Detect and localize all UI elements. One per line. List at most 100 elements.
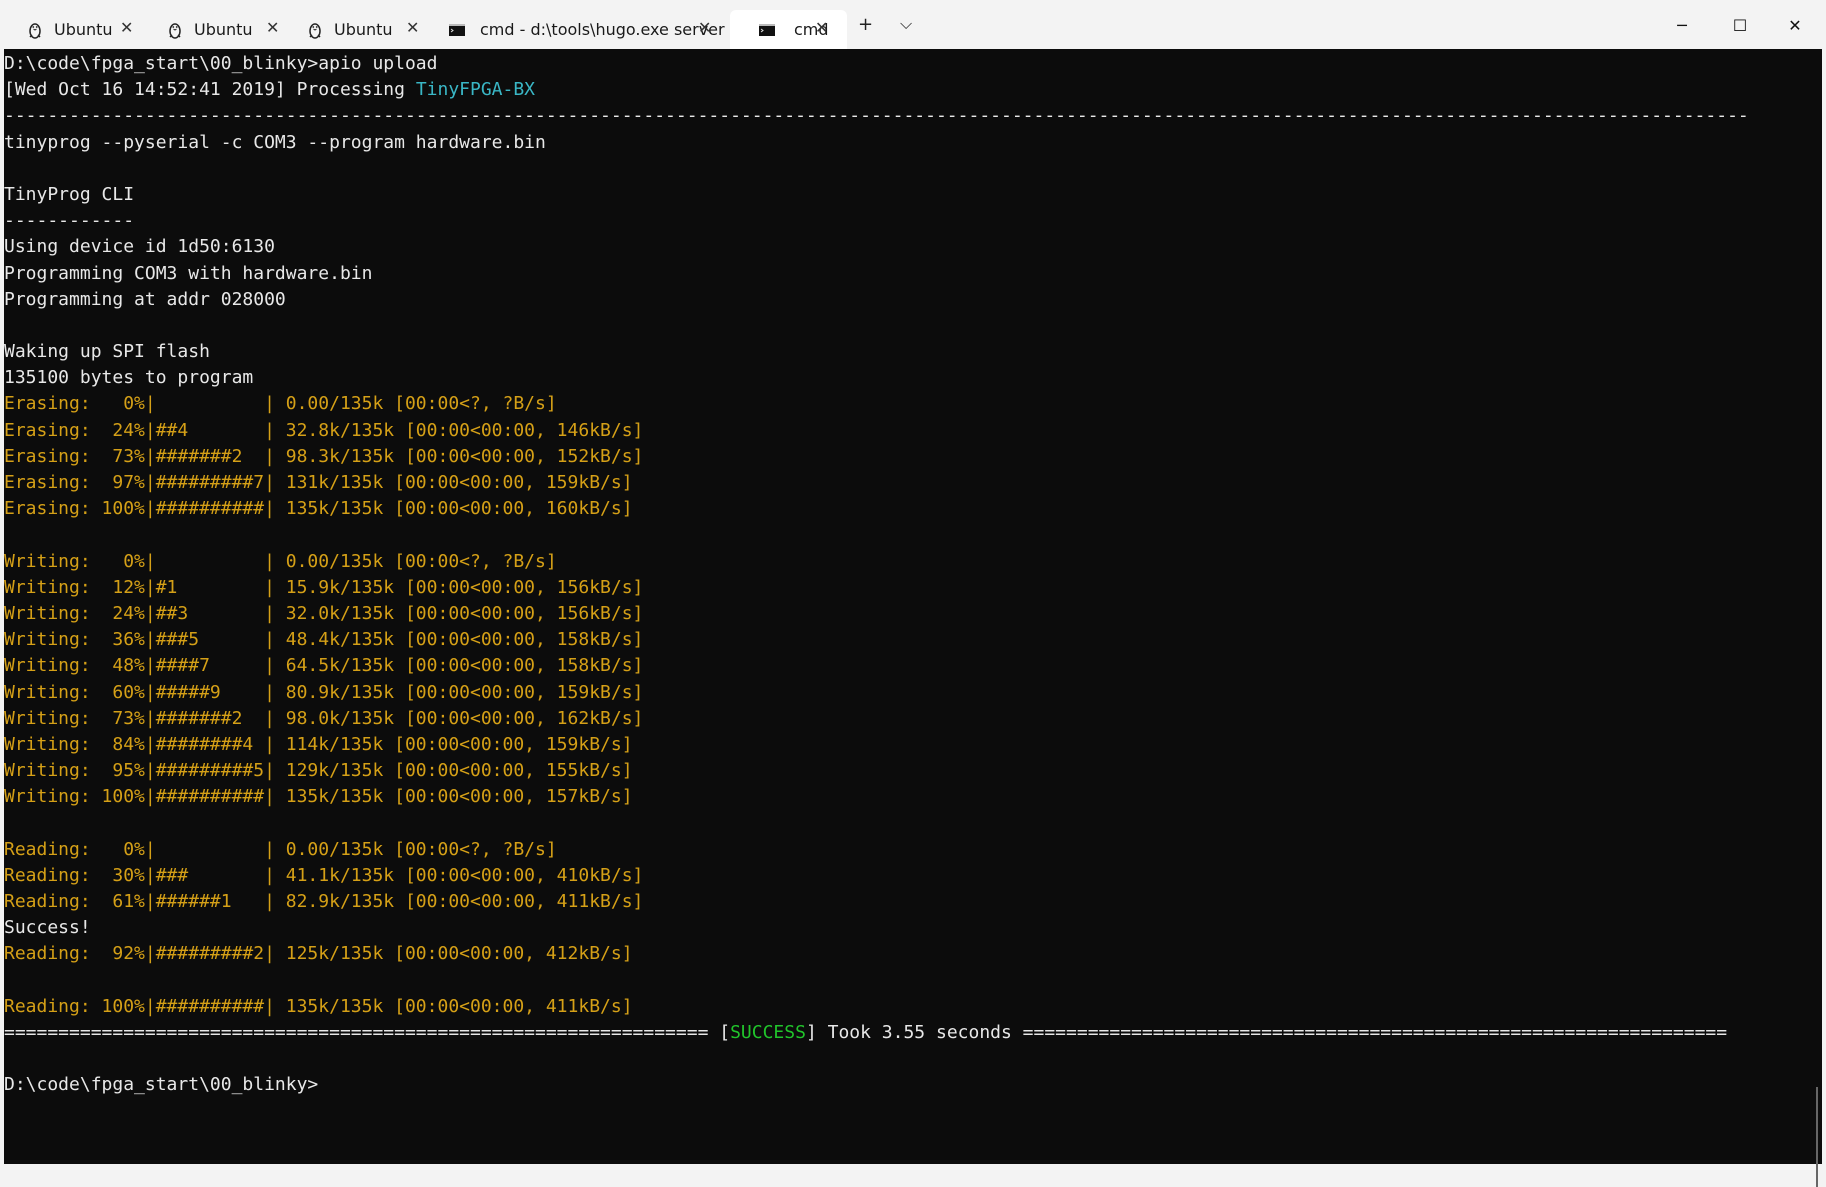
- minimize-button[interactable]: ─: [1659, 8, 1705, 42]
- terminal-text: Waking up SPI flash: [4, 341, 210, 363]
- linux-penguin-icon: [306, 21, 324, 39]
- terminal-line: Writing: 73%|#######2 | 98.0k/135k [00:0…: [4, 706, 1749, 732]
- linux-penguin-icon: [166, 21, 184, 39]
- terminal-line: tinyprog --pyserial -c COM3 --program ha…: [4, 130, 1749, 156]
- terminal-line: Writing: 12%|#1 | 15.9k/135k [00:00<00:0…: [4, 575, 1749, 601]
- terminal-line: ========================================…: [4, 1020, 1749, 1046]
- terminal-text: Writing: 36%|###5 | 48.4k/135k [00:00<00…: [4, 629, 644, 651]
- terminal-line: D:\code\fpga_start\00_blinky>apio upload: [4, 51, 1749, 77]
- terminal-text: Reading: 61%|######1 | 82.9k/135k [00:00…: [4, 891, 644, 912]
- terminal-text: D:\code\fpga_start\00_blinky>apio upload: [4, 53, 438, 74]
- terminal-lines: D:\code\fpga_start\00_blinky>apio upload…: [4, 51, 1749, 1099]
- terminal-text: Erasing: 0%| | 0.00/135k [00:00<?, ?B/s]: [4, 393, 557, 415]
- terminal-scrollbar[interactable]: [1816, 1087, 1818, 1187]
- terminal-text: ------------: [4, 210, 135, 232]
- terminal-text: Writing: 24%|##3 | 32.0k/135k [00:00<00:…: [4, 602, 644, 624]
- tab-dropdown-button[interactable]: ⌵: [900, 14, 912, 34]
- terminal-text: ========================================…: [4, 1021, 731, 1043]
- terminal-text: TinyFPGA-BX: [415, 79, 536, 101]
- linux-penguin-icon: [26, 21, 44, 39]
- terminal-line: D:\code\fpga_start\00_blinky>: [4, 1072, 1749, 1098]
- terminal-line: Reading: 30%|### | 41.1k/135k [00:00<00:…: [4, 863, 1749, 889]
- tab-4[interactable]: cmd - d:\tools\hugo.exe server ✕: [420, 10, 730, 49]
- close-icon: ✕: [1788, 15, 1802, 35]
- terminal-text: Reading: 100%|##########| 135k/135k [00:…: [4, 995, 633, 1017]
- tab-close-button[interactable]: ✕: [266, 18, 279, 37]
- terminal-line: Writing: 24%|##3 | 32.0k/135k [00:00<00:…: [4, 601, 1749, 627]
- terminal-line: Erasing: 24%|##4 | 32.8k/135k [00:00<00:…: [4, 418, 1749, 444]
- cmd-console-icon: [758, 21, 776, 39]
- title-bar: Ubuntu ✕ Ubuntu ✕ Ubuntu ✕ cmd - d:\tools\hugo…: [0, 0, 1826, 49]
- terminal-output[interactable]: D:\code\fpga_start\00_blinky>apio upload…: [4, 49, 1822, 1187]
- terminal-text: Programming COM3 with hardware.bin: [4, 262, 373, 284]
- terminal-line: Writing: 36%|###5 | 48.4k/135k [00:00<00…: [4, 627, 1749, 653]
- terminal-line: ------------: [4, 208, 1749, 234]
- terminal-text: Writing: 95%|#########5| 129k/135k [00:0…: [4, 760, 633, 782]
- tab-close-button[interactable]: ✕: [815, 18, 828, 37]
- terminal-text: [Wed Oct 16 14:52:41 2019] Processing: [4, 79, 416, 101]
- terminal-text: Writing: 100%|##########| 135k/135k [00:…: [4, 786, 633, 808]
- tab-2[interactable]: Ubuntu ✕: [140, 10, 295, 49]
- maximize-button[interactable]: ☐: [1717, 8, 1763, 42]
- terminal-text: Reading: 0%| | 0.00/135k [00:00<?, ?B/s]: [4, 838, 557, 860]
- terminal-line: Programming at addr 028000: [4, 287, 1749, 313]
- terminal-text: Using device id 1d50:6130: [4, 236, 275, 258]
- terminal-line: TinyProg CLI: [4, 182, 1749, 208]
- terminal-text: Programming at addr 028000: [4, 288, 286, 310]
- terminal-text: SUCCESS: [730, 1021, 806, 1043]
- terminal-text: D:\code\fpga_start\00_blinky>: [4, 1074, 319, 1096]
- terminal-line: Erasing: 73%|#######2 | 98.3k/135k [00:0…: [4, 444, 1749, 470]
- terminal-line: Reading: 61%|######1 | 82.9k/135k [00:00…: [4, 889, 1749, 915]
- terminal-line: 135100 bytes to program: [4, 365, 1749, 391]
- tab-close-button[interactable]: ✕: [406, 18, 419, 37]
- terminal-line: Writing: 95%|#########5| 129k/135k [00:0…: [4, 758, 1749, 784]
- terminal-line: Erasing: 0%| | 0.00/135k [00:00<?, ?B/s]: [4, 391, 1749, 417]
- terminal-line: ----------------------------------------…: [4, 103, 1749, 129]
- tab-3[interactable]: Ubuntu ✕: [280, 10, 435, 49]
- terminal-text: 135100 bytes to program: [4, 367, 254, 389]
- new-tab-button[interactable]: +: [858, 14, 873, 35]
- terminal-text: Writing: 60%|#####9 | 80.9k/135k [00:00<…: [4, 681, 644, 703]
- tab-close-button[interactable]: ✕: [120, 18, 133, 37]
- terminal-text: ] Took 3.55 seconds ====================…: [805, 1021, 1728, 1043]
- terminal-line: Reading: 100%|##########| 135k/135k [00:…: [4, 994, 1749, 1020]
- tab-cmd-active[interactable]: cmd ✕: [730, 10, 847, 49]
- tab-label: Ubuntu: [194, 20, 253, 39]
- terminal-line: Writing: 48%|####7 | 64.5k/135k [00:00<0…: [4, 653, 1749, 679]
- terminal-text: TinyProg CLI: [4, 183, 135, 205]
- terminal-line: Erasing: 97%|#########7| 131k/135k [00:0…: [4, 470, 1749, 496]
- terminal-line: Writing: 60%|#####9 | 80.9k/135k [00:00<…: [4, 680, 1749, 706]
- terminal-line: Programming COM3 with hardware.bin: [4, 261, 1749, 287]
- tab-label: Ubuntu: [334, 20, 393, 39]
- close-window-button[interactable]: ✕: [1772, 8, 1818, 42]
- tab-1[interactable]: Ubuntu ✕: [0, 10, 155, 49]
- terminal-text: Writing: 0%| | 0.00/135k [00:00<?, ?B/s]: [4, 550, 557, 572]
- terminal-text: Erasing: 73%|#######2 | 98.3k/135k [00:0…: [4, 445, 644, 467]
- terminal-text: Writing: 84%|########4 | 114k/135k [00:0…: [4, 733, 633, 755]
- terminal-text: tinyprog --pyserial -c COM3 --program ha…: [4, 131, 546, 153]
- terminal-line: Writing: 100%|##########| 135k/135k [00:…: [4, 784, 1749, 810]
- tab-close-button[interactable]: ✕: [698, 18, 711, 37]
- minimize-icon: ─: [1677, 15, 1687, 35]
- tab-label: Ubuntu: [54, 20, 113, 39]
- terminal-text: ----------------------------------------…: [4, 105, 1749, 127]
- terminal-text: Erasing: 97%|#########7| 131k/135k [00:0…: [4, 472, 633, 493]
- terminal-line: Erasing: 100%|##########| 135k/135k [00:…: [4, 496, 1749, 522]
- terminal-text: Writing: 73%|#######2 | 98.0k/135k [00:0…: [4, 707, 644, 729]
- terminal-text: Reading: 92%|#########2| 125k/135k [00:0…: [4, 943, 633, 965]
- maximize-icon: ☐: [1732, 15, 1748, 35]
- terminal-line: Waking up SPI flash: [4, 339, 1749, 365]
- terminal-text: Erasing: 100%|##########| 135k/135k [00:…: [4, 498, 633, 520]
- tab-label: cmd - d:\tools\hugo.exe server: [480, 20, 725, 39]
- terminal-line: [Wed Oct 16 14:52:41 2019] Processing Ti…: [4, 77, 1749, 103]
- terminal-line: Using device id 1d50:6130: [4, 234, 1749, 260]
- terminal-text: Writing: 12%|#1 | 15.9k/135k [00:00<00:0…: [4, 576, 644, 598]
- cmd-console-icon: [448, 21, 466, 39]
- terminal-line: Success!: [4, 915, 1749, 941]
